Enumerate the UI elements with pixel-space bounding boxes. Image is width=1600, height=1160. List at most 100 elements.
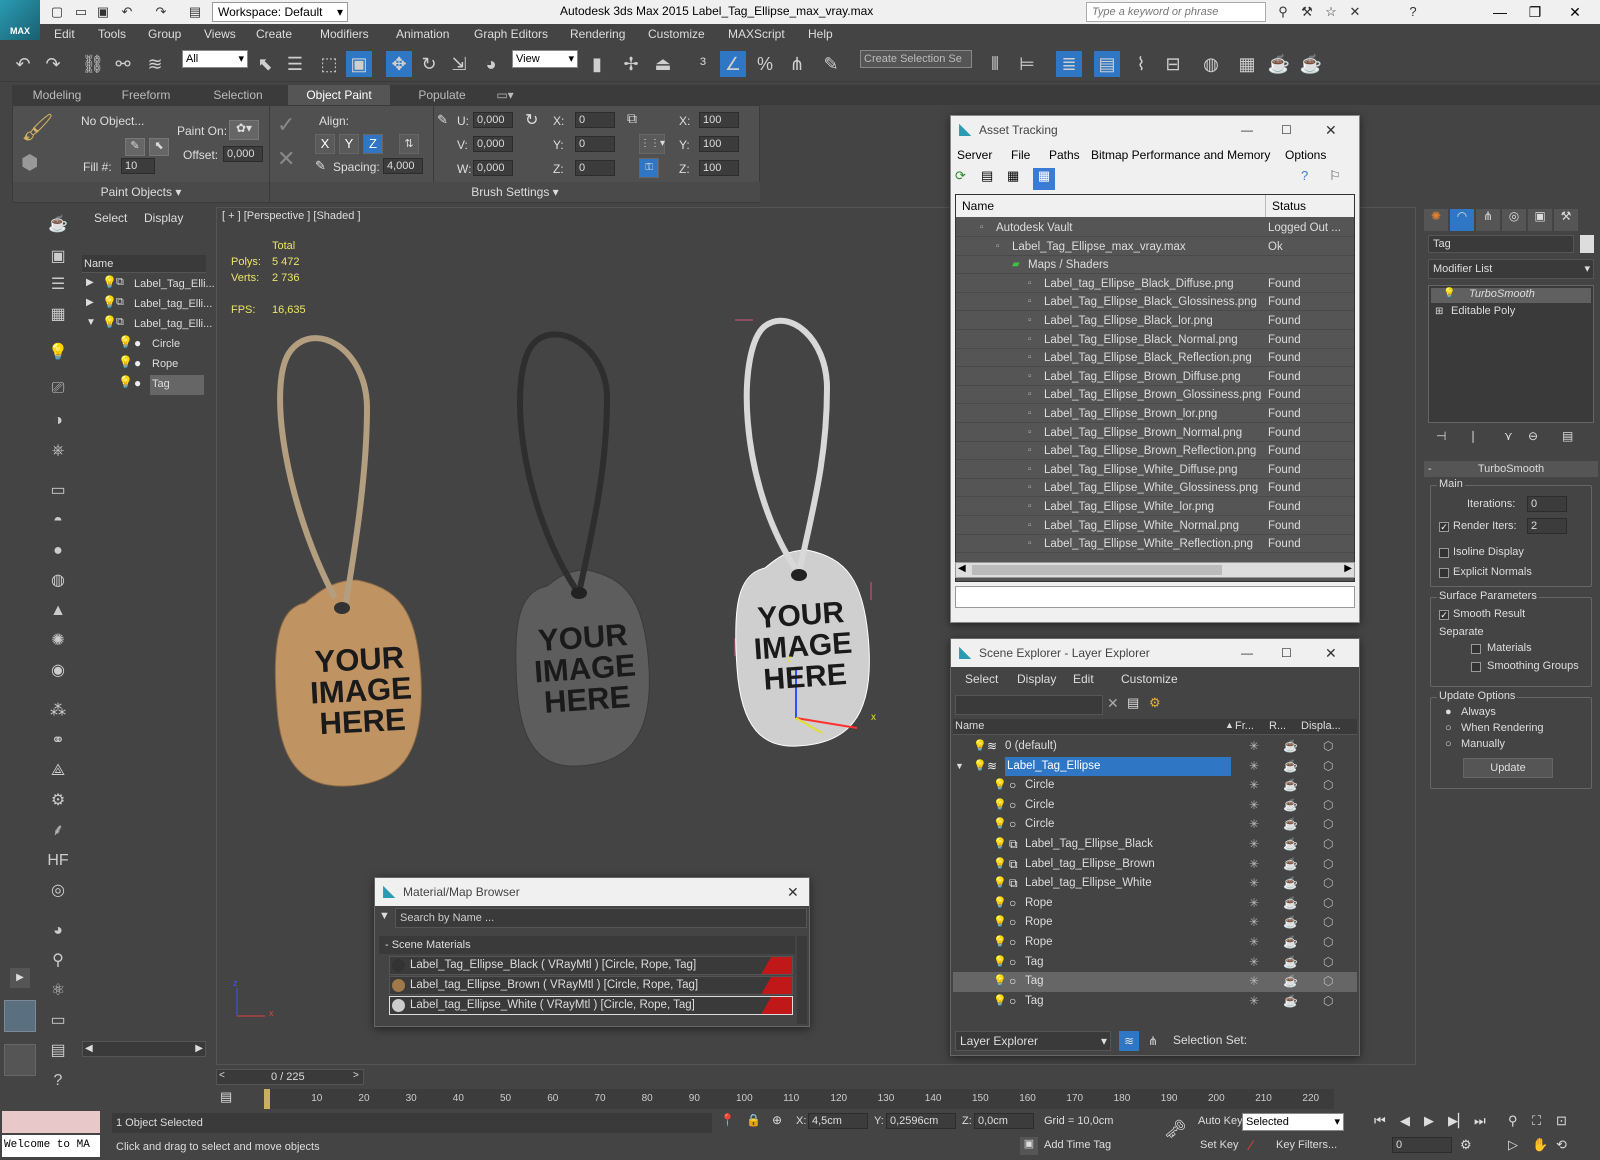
remove-modifier-icon[interactable]: ⊖ — [1528, 429, 1538, 443]
hierarchy-icon[interactable]: ⋔ — [1143, 1031, 1163, 1051]
save-icon[interactable]: ▣ — [94, 3, 112, 21]
rotate-x-spinner[interactable]: 0 — [575, 112, 615, 128]
motion-tab-icon[interactable]: ◎ — [1502, 209, 1526, 231]
angle-snap-icon[interactable]: ∠ — [720, 51, 746, 77]
asset-row[interactable]: ▫ Label_Tag_Ellipse_Brown_lor.png Found — [956, 405, 1354, 423]
select-by-name-icon[interactable]: ☰ — [282, 51, 308, 77]
asset-row[interactable]: ▫ Label_Tag_Ellipse_White_Normal.png Found — [956, 517, 1354, 535]
radio-always[interactable]: ● — [1445, 706, 1452, 718]
render-icon[interactable]: ▣ — [46, 245, 70, 269]
current-frame-field[interactable]: 0 — [1392, 1137, 1452, 1153]
scale-random-icon[interactable]: ⋮⋮▾ — [639, 134, 665, 154]
asset-row[interactable]: ▫ Label_Tag_Ellipse_White_Diffuse.png Foun… — [956, 461, 1354, 479]
layers-icon[interactable]: ▤ — [46, 1039, 70, 1063]
coord-z-field[interactable]: 0,0cm — [974, 1113, 1034, 1129]
asset-path-field[interactable] — [955, 586, 1355, 608]
project-folder-icon[interactable]: ▤ — [186, 3, 204, 21]
redo-icon[interactable]: ↷ — [152, 3, 170, 21]
lightbulb-icon[interactable]: 💡 — [993, 835, 1007, 854]
camera-icon[interactable]: ⎚ — [46, 377, 70, 401]
display-box-icon[interactable]: ⬡ — [1323, 953, 1333, 972]
layer-column-freeze[interactable]: Fr... — [1235, 720, 1254, 732]
asset-menu-paths[interactable]: Paths — [1049, 148, 1080, 162]
freeze-icon[interactable]: ✳ — [1249, 953, 1259, 972]
lightbulb-icon[interactable]: 💡 — [993, 933, 1007, 952]
offset-spinner[interactable]: 0,000 — [223, 146, 263, 162]
render-teapot-icon[interactable]: ☕ — [1283, 913, 1298, 932]
layer-row[interactable]: 💡 ○ Rope ✳ ☕ ⬡ — [953, 933, 1357, 953]
pick-list-icon[interactable]: ⬉ — [149, 138, 169, 156]
help-icon[interactable]: ? — [46, 1069, 70, 1093]
asset-row[interactable]: ▫ Label_Tag_Ellipse_Brown_Glossiness.png F… — [956, 386, 1354, 405]
lock-selection-icon[interactable]: 🔒 — [746, 1113, 761, 1127]
new-file-icon[interactable]: ▢ — [48, 3, 66, 21]
menu-customize[interactable]: Customize — [648, 27, 705, 41]
reference-coordinate-dropdown[interactable]: View ▾ — [512, 50, 578, 68]
render-production-icon[interactable]: ☕ — [1298, 51, 1324, 77]
asset-row[interactable]: ▫ Label_Tag_Ellipse_White_Glossiness.png F… — [956, 479, 1354, 498]
menu-rendering[interactable]: Rendering — [570, 27, 625, 41]
expand-arrow-icon[interactable]: ▶ — [86, 297, 94, 308]
explorer-row[interactable]: ▶ 💡 ⧉ Label_tag_Elli... — [82, 295, 212, 315]
help-icon[interactable]: ? — [1301, 168, 1308, 183]
layer-row[interactable]: 💡 ○ Circle ✳ ☕ ⬡ — [953, 776, 1357, 796]
asset-row[interactable]: ▫ Autodesk Vault Logged Out ... — [956, 219, 1354, 237]
curve-editor-icon[interactable]: ⌇ — [1128, 51, 1154, 77]
keyword-search-input[interactable]: Type a keyword or phrase — [1086, 2, 1266, 22]
scale-icon[interactable]: ⇲ — [446, 51, 472, 77]
render-teapot-icon[interactable]: ☕ — [1283, 757, 1298, 776]
layer-row[interactable]: 💡 ○ Tag ✳ ☕ ⬡ — [953, 953, 1357, 973]
isolate-icon[interactable]: 📍 — [720, 1113, 735, 1127]
scene-materials-group[interactable]: - Scene Materials — [379, 936, 795, 954]
keyboard-shortcut-icon[interactable]: ⏏ — [650, 51, 676, 77]
layer-column-name[interactable]: Name — [955, 720, 984, 732]
expand-panel-icon[interactable]: ▶ — [10, 968, 30, 988]
menu-tools[interactable]: Tools — [98, 27, 126, 41]
maximize-icon[interactable]: ☐ — [1281, 116, 1292, 144]
menu-graph-editors[interactable]: Graph Editors — [474, 27, 548, 41]
expand-plus-icon[interactable]: ⊞ — [1435, 306, 1443, 317]
update-button[interactable]: Update — [1463, 758, 1553, 778]
explorer-type-dropdown[interactable]: Layer Explorer ▾ — [955, 1031, 1111, 1051]
open-file-icon[interactable]: ▭ — [72, 3, 90, 21]
schematic-view-icon[interactable]: ⊟ — [1160, 51, 1186, 77]
lightbulb-icon[interactable]: 💡 — [973, 757, 987, 776]
gear-icon[interactable]: ⚙ — [46, 789, 70, 813]
edit-named-selection-icon[interactable]: ✎ — [818, 51, 844, 77]
axis-z-button[interactable]: Z — [363, 134, 383, 154]
asset-tracking-titlebar[interactable]: ◣ Asset Tracking — ☐ ✕ — [951, 116, 1359, 144]
lightbulb-icon[interactable]: 💡 — [993, 992, 1007, 1011]
auto-key-button[interactable]: Auto Key — [1198, 1115, 1243, 1127]
layer-column-display[interactable]: Displa... — [1301, 720, 1341, 732]
u-spinner[interactable]: 0,000 — [473, 112, 513, 128]
go-to-end-icon[interactable]: ⏭ — [1474, 1113, 1486, 1129]
modifier-list-dropdown[interactable]: Modifier List ▾ — [1428, 259, 1594, 279]
display-box-icon[interactable]: ⬡ — [1323, 815, 1333, 834]
communication-icon[interactable]: ✕ — [1346, 3, 1364, 21]
clear-search-icon[interactable]: ✕ — [1107, 695, 1119, 712]
render-iters-checkbox[interactable]: ✓ — [1439, 522, 1449, 532]
asset-row[interactable]: ▫ Label_Tag_Ellipse_Brown_Reflection.png F… — [956, 442, 1354, 461]
layer-row[interactable]: 💡 ○ Rope ✳ ☕ ⬡ — [953, 894, 1357, 914]
paint-objects-footer[interactable]: Paint Objects ▾ — [13, 182, 269, 202]
key-filter-icon[interactable]: ⁄ — [1250, 1137, 1252, 1153]
display-box-icon[interactable]: ⬡ — [1323, 894, 1333, 913]
show-end-result-icon[interactable]: ❘ — [1468, 429, 1478, 443]
sort-ascending-icon[interactable]: ▲ — [1225, 720, 1234, 730]
explorer-tab-display[interactable]: Display — [144, 211, 183, 225]
flip-axis-icon[interactable]: ⇅ — [399, 134, 419, 154]
magnify-icon[interactable]: ⚲ — [46, 949, 70, 973]
cone-icon[interactable]: ▲ — [46, 599, 70, 623]
lightbulb-icon[interactable]: 💡 — [102, 315, 117, 329]
key-mode-dropdown[interactable]: Selected ▾ — [1242, 1113, 1344, 1131]
grass-icon[interactable]: ⸙ — [46, 819, 70, 843]
asset-menu-server[interactable]: Server — [957, 148, 992, 162]
freeze-icon[interactable]: ✳ — [1249, 855, 1259, 874]
rotate-y-spinner[interactable]: 0 — [575, 136, 615, 152]
minimize-icon[interactable]: — — [1241, 116, 1253, 144]
smooth-result-checkbox[interactable]: ✓ — [1439, 610, 1449, 620]
render-setup-icon[interactable]: ▦ — [1234, 51, 1260, 77]
tab-object-paint[interactable]: Object Paint — [288, 85, 390, 105]
film-icon[interactable]: ⎈ — [46, 439, 70, 463]
context-help-icon[interactable]: ⚐ — [1329, 168, 1341, 184]
